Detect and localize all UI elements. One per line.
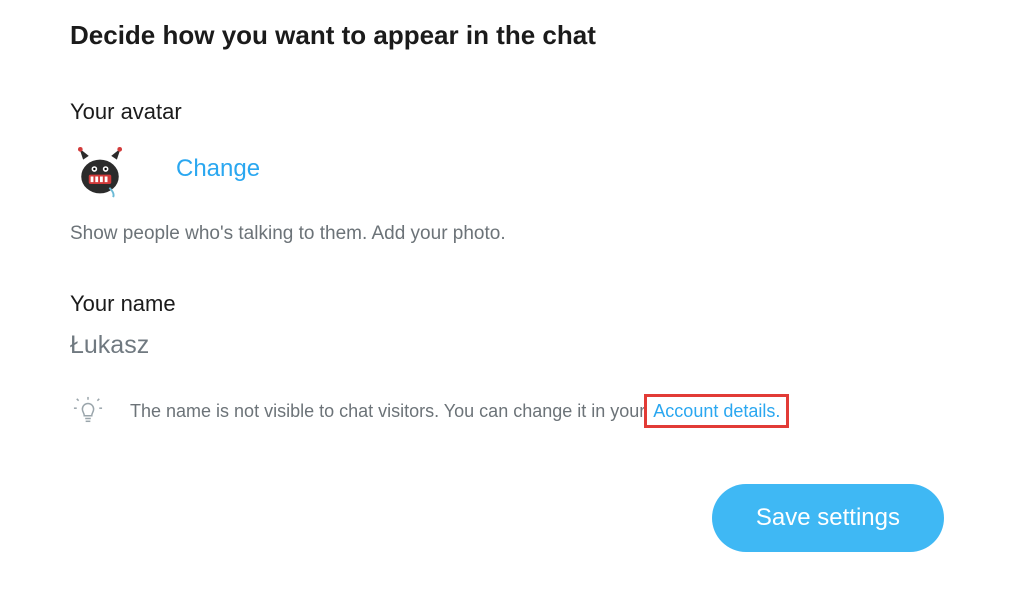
save-settings-button[interactable]: Save settings [712, 484, 944, 552]
avatar-label: Your avatar [70, 99, 954, 125]
monster-avatar-icon [70, 139, 130, 199]
avatar-image [70, 139, 130, 199]
avatar-helper-text: Show people who's talking to them. Add y… [70, 223, 954, 245]
name-value: Łukasz [70, 331, 954, 360]
lightbulb-icon [70, 396, 106, 426]
page-title: Decide how you want to appear in the cha… [70, 20, 954, 51]
change-avatar-link[interactable]: Change [176, 155, 260, 183]
avatar-section: Your avatar Change Show peopl [70, 99, 954, 245]
name-tip-text: The name is not visible to chat visitors… [130, 401, 789, 422]
account-details-link[interactable]: Account details. [644, 394, 789, 428]
name-tip-row: The name is not visible to chat visitors… [70, 396, 954, 426]
name-section: Your name Łukasz The name is not visible… [70, 291, 954, 426]
footer: Save settings [70, 484, 954, 552]
name-tip-prefix: The name is not visible to chat visitors… [130, 401, 650, 421]
name-label: Your name [70, 291, 954, 317]
avatar-row: Change [70, 139, 954, 199]
